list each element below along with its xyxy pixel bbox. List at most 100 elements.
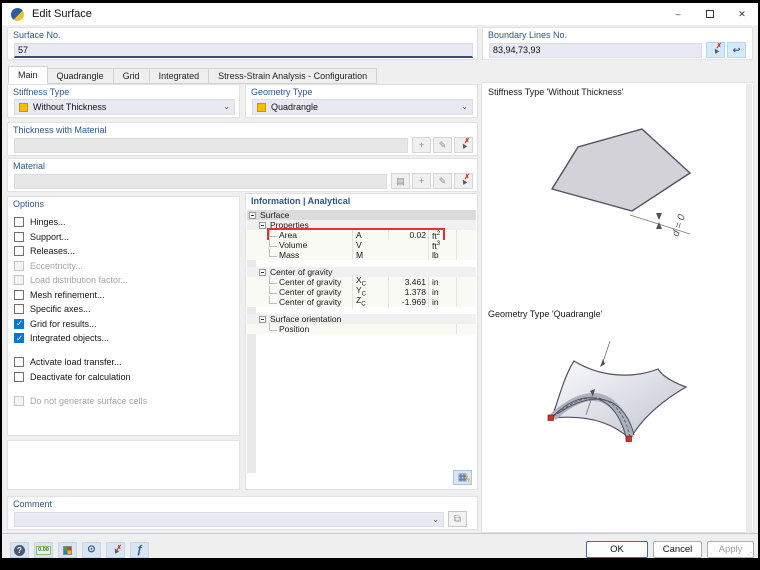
tab-integrated[interactable]: Integrated (148, 68, 210, 84)
option-specific-axes[interactable]: Specific axes... (14, 304, 239, 315)
option-activate-load-transfer[interactable]: Activate load transfer... (14, 357, 239, 368)
display-properties-button[interactable] (58, 542, 77, 558)
tree-connector-icon (269, 249, 277, 257)
option-grid-for-results[interactable]: Grid for results... (14, 318, 239, 329)
option-mesh-refinement[interactable]: Mesh refinement... (14, 289, 239, 300)
collapse-icon[interactable] (249, 211, 256, 219)
geometry-type-select[interactable]: Quadrangle ⌄ (252, 99, 473, 115)
cancel-button[interactable]: Cancel (653, 541, 702, 558)
edit-thickness-button[interactable]: ✎ (433, 137, 452, 153)
collapse-icon[interactable] (259, 268, 266, 276)
minimize-button[interactable]: – (662, 3, 694, 25)
checkbox-load-distribution-factor (14, 275, 24, 285)
tree-row-volume[interactable]: Volume Vft3 (247, 239, 476, 251)
tab-strip: Main Quadrangle Grid Integrated Stress-Strai… (8, 66, 378, 84)
option-label: Specific axes... (30, 304, 91, 314)
new-icon: + (418, 176, 425, 186)
checkbox-hinges[interactable] (14, 217, 24, 227)
comment-combobox[interactable]: ⌄ (14, 512, 444, 527)
checkbox-integrated-objects[interactable] (14, 333, 24, 344)
checkbox-mesh-refinement[interactable] (14, 289, 24, 300)
cell-filler (456, 277, 476, 287)
collapse-icon[interactable] (259, 221, 266, 229)
checkbox-support[interactable] (14, 231, 24, 242)
checkbox-specific-axes[interactable] (14, 304, 24, 314)
property-name: Center of gravity (279, 287, 342, 297)
preview-scroll-gutter[interactable] (746, 84, 752, 533)
comment-label: Comment (13, 499, 53, 509)
option-label: Integrated objects... (30, 333, 110, 343)
pick-thickness-button[interactable]: ▲ ✗ (454, 137, 473, 153)
tree-connector-icon (269, 276, 277, 284)
option-label: Grid for results... (30, 318, 97, 329)
tab-stress-strain-analysis-configuration[interactable]: Stress-Strain Analysis - Configuration (208, 68, 378, 84)
tree-row-surface[interactable]: Surface (247, 210, 476, 220)
option-releases[interactable]: Releases... (14, 246, 239, 257)
stiffness-type-select[interactable]: Without Thickness ⌄ (14, 99, 235, 115)
stiffness-swatch-icon (19, 102, 28, 112)
tab-grid[interactable]: Grid (112, 68, 150, 84)
tree-row-position[interactable]: Position (247, 323, 476, 334)
screenshot-stage: Edit Surface – ✕ Surface No. 57 Boundary… (0, 0, 760, 570)
property-name: Area (279, 230, 297, 240)
pick-lines-button[interactable]: ▲ ✗ (706, 42, 725, 58)
tree-row-mass[interactable]: Mass Mlb (247, 249, 476, 260)
geometry-swatch-icon (257, 102, 266, 112)
reverse-lines-button[interactable]: ↩ (727, 42, 746, 58)
checkbox-releases[interactable] (14, 246, 24, 256)
geometry-type-label: Geometry Type (251, 87, 313, 97)
tree-row-center-of-gravity[interactable]: Center of gravity ZC -1.969 in (247, 294, 476, 310)
export-table-button[interactable]: ▦ ϟ (453, 470, 472, 485)
cell-filler (456, 287, 476, 297)
pick-material-button[interactable]: ▲ ✗ (454, 173, 473, 189)
chevron-down-icon: ⌄ (432, 514, 439, 524)
help-button[interactable]: ? (10, 542, 29, 558)
option-label: Support... (30, 231, 70, 242)
option-deactivate-for-calculation[interactable]: Deactivate for calculation (14, 371, 239, 382)
tab-quadrangle[interactable]: Quadrangle (46, 68, 114, 84)
tree-group-label: Center of gravity (270, 267, 333, 277)
option-integrated-objects[interactable]: Integrated objects... (14, 333, 239, 344)
tab-main[interactable]: Main (8, 66, 48, 84)
maximize-button[interactable] (694, 3, 726, 25)
surface-no-input[interactable]: 57 (14, 43, 473, 58)
property-name: Center of gravity (279, 277, 342, 287)
option-hinges[interactable]: Hinges... (14, 217, 239, 228)
reverse-icon: ↩ (732, 44, 741, 55)
close-icon: ✕ (738, 8, 746, 19)
boundary-lines-group: Boundary Lines No. 83,94,73,93 ▲ ✗ ↩ (482, 27, 753, 60)
tree-group-label: Surface (260, 210, 290, 220)
resize-grip[interactable]: ⋰ (747, 548, 755, 557)
title-bar[interactable]: Edit Surface – ✕ (2, 3, 758, 25)
function-editor-button[interactable]: ƒ (130, 542, 149, 558)
checkbox-activate-load-transfer[interactable] (14, 357, 24, 367)
edit-material-button[interactable]: ✎ (433, 173, 452, 189)
option-load-distribution-factor: Load distribution factor... (14, 275, 239, 286)
option-support[interactable]: Support... (14, 231, 239, 242)
collapse-icon[interactable] (259, 315, 266, 323)
geometry-preview-caption: Geometry Type 'Quadrangle' (488, 309, 603, 319)
property-unit: in (428, 277, 456, 287)
material-library-button[interactable]: ▤ (391, 173, 410, 189)
deselect-button[interactable]: ▲ ✗ (106, 542, 125, 558)
stiffness-type-label: Stiffness Type (13, 87, 70, 97)
tree-row-surface-orientation[interactable]: Surface orientation (247, 314, 476, 324)
copy-comment-button[interactable]: ⧉ (448, 511, 467, 527)
new-thickness-button[interactable]: + (412, 137, 431, 153)
checkbox-deactivate-for-calculation[interactable] (14, 371, 24, 382)
units-settings-button[interactable]: 0.00 (34, 542, 53, 558)
cell-filler (456, 240, 476, 250)
ok-button[interactable]: OK (586, 541, 648, 558)
stiffness-preview-image: d = 0 (550, 128, 692, 238)
close-button[interactable]: ✕ (726, 3, 758, 25)
checkbox-grid-for-results[interactable] (14, 318, 24, 329)
checkbox-eccentricity (14, 260, 24, 271)
information-tree: Surface Properties Area A 0.02 ft2 Volume Vft3 M… (247, 210, 476, 473)
tree-group-label: Surface orientation (270, 314, 342, 324)
copy-icon: ⧉ (453, 513, 462, 525)
edit-icon: ✎ (438, 175, 447, 186)
boundary-lines-input[interactable]: 83,94,73,93 (489, 43, 702, 58)
new-material-button[interactable]: + (412, 173, 431, 189)
view-object-button[interactable]: ⊙ (82, 542, 101, 558)
option-do-not-generate-surface-cells: Do not generate surface cells (14, 395, 239, 406)
